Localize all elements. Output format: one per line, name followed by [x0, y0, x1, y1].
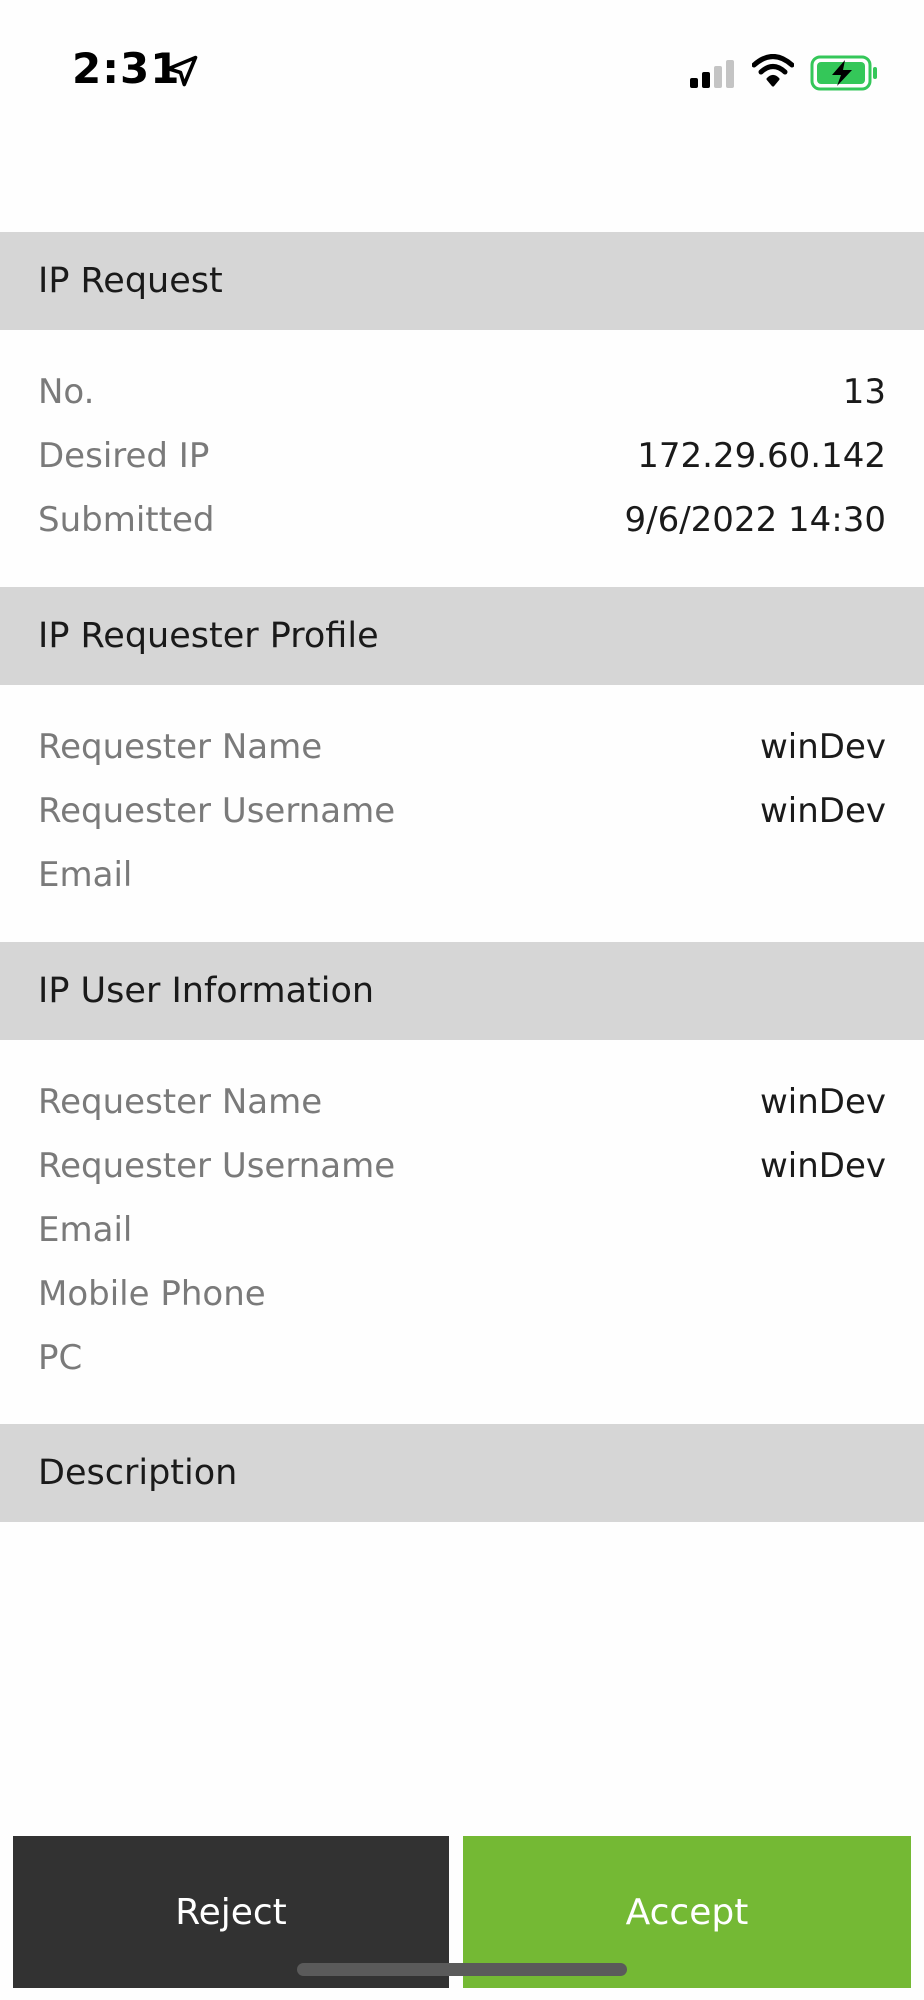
- row-value: winDev: [759, 727, 886, 767]
- info-row-requester-username: Requester Username winDev: [0, 779, 924, 843]
- info-row-user-name: Requester Name winDev: [0, 1070, 924, 1134]
- info-row-email: Email: [0, 843, 924, 907]
- row-value: 13: [842, 372, 886, 412]
- row-label: Submitted: [38, 500, 215, 540]
- location-arrow-icon: [166, 55, 198, 87]
- reject-button-label: Reject: [175, 1891, 287, 1933]
- row-label: No.: [38, 372, 95, 412]
- info-row-desired-ip: Desired IP 172.29.60.142: [0, 424, 924, 488]
- section-title: IP Requester Profile: [38, 616, 379, 656]
- info-row-mobile-phone: Mobile Phone: [0, 1262, 924, 1326]
- cellular-signal-icon: [690, 60, 734, 88]
- info-row-user-email: Email: [0, 1198, 924, 1262]
- accept-button-label: Accept: [625, 1891, 749, 1933]
- battery-charging-icon: [810, 55, 877, 91]
- row-value: 172.29.60.142: [637, 436, 886, 476]
- row-label: PC: [38, 1338, 83, 1378]
- info-row-submitted: Submitted 9/6/2022 14:30: [0, 488, 924, 552]
- section-header-description: Description: [0, 1424, 924, 1522]
- section-header-ip-request: IP Request: [0, 232, 924, 330]
- row-value: winDev: [759, 1146, 886, 1186]
- section-title: IP User Information: [38, 971, 375, 1011]
- row-value: 9/6/2022 14:30: [624, 500, 887, 540]
- section-title: Description: [38, 1453, 238, 1493]
- row-label: Email: [38, 1210, 133, 1250]
- info-row-requester-name: Requester Name winDev: [0, 715, 924, 779]
- row-label: Requester Username: [38, 791, 396, 831]
- row-label: Email: [38, 855, 133, 895]
- section-header-requester-profile: IP Requester Profile: [0, 587, 924, 685]
- status-bar: 2:31: [0, 0, 924, 150]
- info-row-user-username: Requester Username winDev: [0, 1134, 924, 1198]
- section-header-user-information: IP User Information: [0, 942, 924, 1040]
- section-title: IP Request: [38, 261, 223, 301]
- info-row-no: No. 13: [0, 360, 924, 424]
- row-value: winDev: [759, 791, 886, 831]
- home-indicator[interactable]: [297, 1963, 627, 1976]
- row-label: Mobile Phone: [38, 1274, 266, 1314]
- row-label: Desired IP: [38, 436, 210, 476]
- wifi-icon: [752, 54, 794, 87]
- row-label: Requester Username: [38, 1146, 396, 1186]
- row-label: Requester Name: [38, 1082, 323, 1122]
- row-value: winDev: [759, 1082, 886, 1122]
- row-label: Requester Name: [38, 727, 323, 767]
- info-row-pc: PC: [0, 1326, 924, 1390]
